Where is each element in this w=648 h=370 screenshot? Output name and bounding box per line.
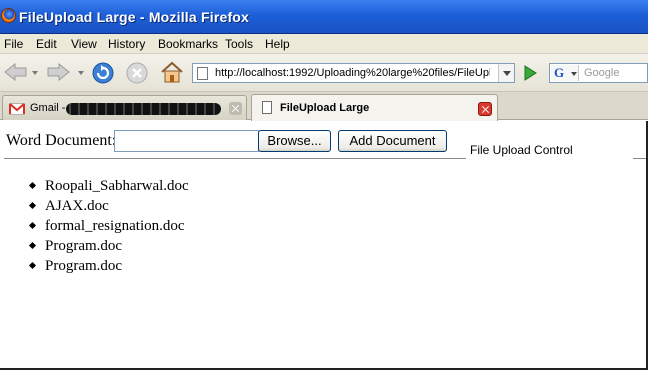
browse-button[interactable]: Browse... bbox=[258, 130, 331, 152]
forward-icon[interactable] bbox=[46, 63, 70, 81]
menu-bar: File Edit View History Bookmarks Tools H… bbox=[0, 34, 648, 54]
menu-file[interactable]: File bbox=[4, 37, 23, 51]
go-icon[interactable] bbox=[520, 64, 540, 82]
fieldset-legend: File Upload Control bbox=[470, 143, 573, 157]
address-bar[interactable]: http://localhost:1992/Uploading%20large%… bbox=[192, 63, 515, 83]
url-text[interactable]: http://localhost:1992/Uploading%20large%… bbox=[215, 67, 490, 79]
page-content: Word Document: Browse... Add Document Fi… bbox=[0, 121, 648, 370]
search-placeholder: Google bbox=[584, 67, 620, 79]
word-document-label: Word Document: bbox=[6, 132, 117, 149]
list-item: Program.doc bbox=[28, 237, 189, 257]
document-name: Program.doc bbox=[45, 238, 123, 254]
document-list: Roopali_Sabharwal.doc AJAX.doc formal_re… bbox=[28, 177, 189, 277]
page-icon bbox=[262, 101, 272, 114]
list-item: formal_resignation.doc bbox=[28, 217, 189, 237]
menu-help[interactable]: Help bbox=[265, 37, 290, 51]
close-tab-icon[interactable] bbox=[478, 102, 492, 116]
window-title: FileUpload Large - Mozilla Firefox bbox=[19, 9, 250, 25]
menu-tools[interactable]: Tools bbox=[225, 37, 253, 51]
menu-bookmarks[interactable]: Bookmarks bbox=[158, 37, 218, 51]
list-item: Roopali_Sabharwal.doc bbox=[28, 177, 189, 197]
forward-history-dropdown-icon[interactable] bbox=[78, 71, 84, 75]
search-bar[interactable]: G Google bbox=[549, 63, 648, 83]
fieldset-border bbox=[4, 158, 466, 159]
navigation-toolbar: http://localhost:1992/Uploading%20large%… bbox=[0, 54, 648, 92]
menu-view[interactable]: View bbox=[71, 37, 97, 51]
back-history-dropdown-icon[interactable] bbox=[32, 71, 38, 75]
tab-gmail-label: Gmail - bbox=[30, 102, 66, 114]
menu-history[interactable]: History bbox=[108, 37, 145, 51]
google-icon: G bbox=[554, 65, 565, 80]
search-engine-selector[interactable]: G bbox=[551, 65, 579, 81]
tab-fileupload-label: FileUpload Large bbox=[280, 102, 370, 114]
bullet-icon bbox=[28, 241, 37, 250]
gmail-icon bbox=[9, 103, 25, 115]
document-name: formal_resignation.doc bbox=[45, 218, 185, 234]
document-name: Program.doc bbox=[45, 258, 123, 274]
bullet-icon bbox=[28, 181, 37, 190]
home-icon[interactable] bbox=[160, 61, 184, 83]
reload-icon[interactable] bbox=[92, 62, 114, 84]
list-item: AJAX.doc bbox=[28, 197, 189, 217]
close-tab-icon[interactable] bbox=[229, 102, 242, 115]
tab-gmail[interactable]: Gmail - bbox=[2, 95, 247, 120]
tab-fileupload[interactable]: FileUpload Large bbox=[251, 94, 498, 121]
page-icon bbox=[197, 67, 208, 80]
stop-icon[interactable] bbox=[126, 62, 148, 84]
bullet-icon bbox=[28, 261, 37, 270]
engine-dropdown-icon bbox=[571, 72, 577, 76]
back-icon[interactable] bbox=[4, 63, 28, 81]
url-dropdown-icon[interactable] bbox=[498, 64, 514, 82]
bullet-icon bbox=[28, 221, 37, 230]
window-titlebar: FileUpload Large - Mozilla Firefox bbox=[0, 0, 648, 34]
firefox-icon bbox=[1, 8, 16, 23]
redacted-account bbox=[66, 103, 221, 115]
add-document-button[interactable]: Add Document bbox=[338, 130, 447, 152]
bullet-icon bbox=[28, 201, 37, 210]
list-item: Program.doc bbox=[28, 257, 189, 277]
document-name: AJAX.doc bbox=[45, 198, 109, 214]
document-name: Roopali_Sabharwal.doc bbox=[45, 178, 189, 194]
tab-strip: Gmail - FileUpload Large bbox=[0, 92, 648, 121]
file-path-input[interactable] bbox=[114, 130, 259, 152]
menu-edit[interactable]: Edit bbox=[36, 37, 57, 51]
